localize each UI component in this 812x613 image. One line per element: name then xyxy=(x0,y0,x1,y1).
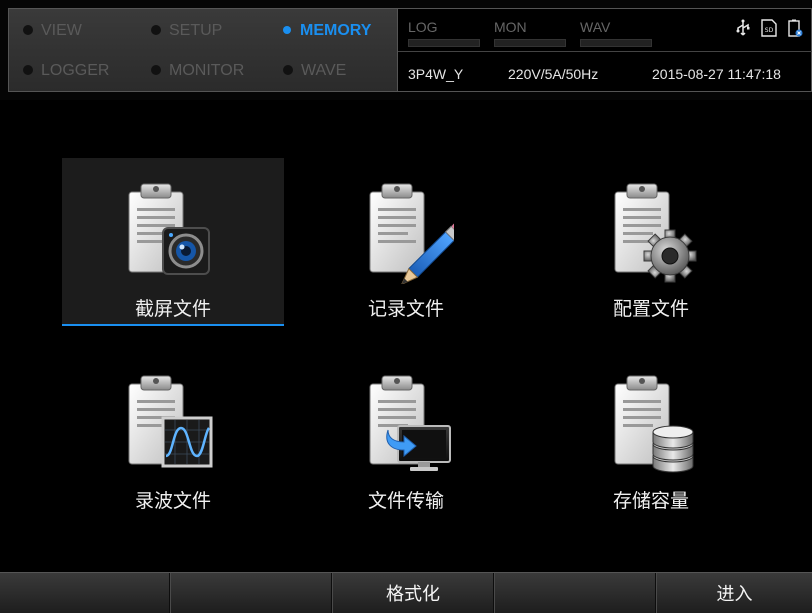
tile-label: 记录文件 xyxy=(367,298,444,320)
status-panel: LOG MON WAV SD 3P4W_Y 220V/5A/50Hz 2015-… xyxy=(398,8,812,92)
mode-indicator-icon xyxy=(283,25,291,34)
mode-indicator-icon xyxy=(283,64,293,75)
mon-meter-label: MON xyxy=(494,19,527,35)
top-bar: VIEW SETUP MEMORY LOGGER MONITOR WAVE LO… xyxy=(0,0,812,100)
softkey-bar: 格式化 进入 xyxy=(0,572,812,613)
mode-logger-label: LOGGER xyxy=(41,62,110,79)
storage-capacity-icon xyxy=(603,372,699,476)
mode-memory-label: MEMORY xyxy=(300,22,372,39)
file-transfer-icon xyxy=(358,372,454,476)
mode-setup[interactable]: SETUP xyxy=(151,21,222,41)
wav-meter-label: WAV xyxy=(580,19,611,35)
tile-label: 文件传输 xyxy=(367,490,444,512)
mode-setup-label: SETUP xyxy=(169,22,223,39)
tile-label: 配置文件 xyxy=(612,298,689,320)
tile-label: 截屏文件 xyxy=(134,298,211,320)
wav-meter-bar xyxy=(580,39,652,47)
tile-storage-capacity[interactable]: 存储容量 xyxy=(540,350,762,518)
range-setting: 220V/5A/50Hz xyxy=(508,66,599,82)
mode-indicator-icon xyxy=(151,24,161,35)
mode-indicator-icon xyxy=(151,64,161,75)
record-file-icon xyxy=(358,180,464,286)
datetime: 2015-08-27 11:47:18 xyxy=(652,66,781,82)
tile-record-files[interactable]: 记录文件 xyxy=(295,158,517,326)
memory-file-grid: 截屏文件 记录文件 配置文件 录波文件 文件传输 存储容量 xyxy=(0,100,812,572)
battery-charging-icon xyxy=(787,19,803,37)
format-button[interactable]: 格式化 xyxy=(332,573,494,613)
svg-text:SD: SD xyxy=(765,27,774,34)
mode-logger[interactable]: LOGGER xyxy=(23,61,109,81)
mode-memory[interactable]: MEMORY xyxy=(283,21,371,41)
screenshot-file-icon xyxy=(125,180,221,284)
waveform-file-icon xyxy=(125,372,221,476)
softkey-1[interactable] xyxy=(0,573,170,613)
tile-screenshot-files[interactable]: 截屏文件 xyxy=(62,158,284,326)
wiring-mode: 3P4W_Y xyxy=(408,66,464,82)
tile-label: 存储容量 xyxy=(612,490,689,512)
mode-wave-label: WAVE xyxy=(301,62,347,79)
mode-view-label: VIEW xyxy=(41,22,82,39)
tile-waveform-files[interactable]: 录波文件 xyxy=(62,350,284,518)
tile-config-files[interactable]: 配置文件 xyxy=(540,158,762,326)
mode-monitor-label: MONITOR xyxy=(169,62,245,79)
config-file-icon xyxy=(603,180,699,284)
mode-indicator-icon xyxy=(23,64,33,75)
tile-file-transfer[interactable]: 文件传输 xyxy=(295,350,517,518)
log-meter-label: LOG xyxy=(408,19,438,35)
mode-indicator-icon xyxy=(23,24,33,35)
sd-card-icon: SD xyxy=(761,19,777,37)
softkey-4[interactable] xyxy=(494,573,656,613)
tile-label: 录波文件 xyxy=(134,490,211,512)
softkey-2[interactable] xyxy=(170,573,332,613)
system-icons: SD xyxy=(735,19,803,37)
status-divider xyxy=(398,51,812,52)
enter-button[interactable]: 进入 xyxy=(656,573,812,613)
mode-view[interactable]: VIEW xyxy=(23,21,82,41)
mon-meter-bar xyxy=(494,39,566,47)
mode-selector: VIEW SETUP MEMORY LOGGER MONITOR WAVE xyxy=(8,8,398,92)
mode-monitor[interactable]: MONITOR xyxy=(151,61,244,81)
log-meter-bar xyxy=(408,39,480,47)
mode-wave[interactable]: WAVE xyxy=(283,61,346,81)
usb-icon xyxy=(735,19,751,37)
